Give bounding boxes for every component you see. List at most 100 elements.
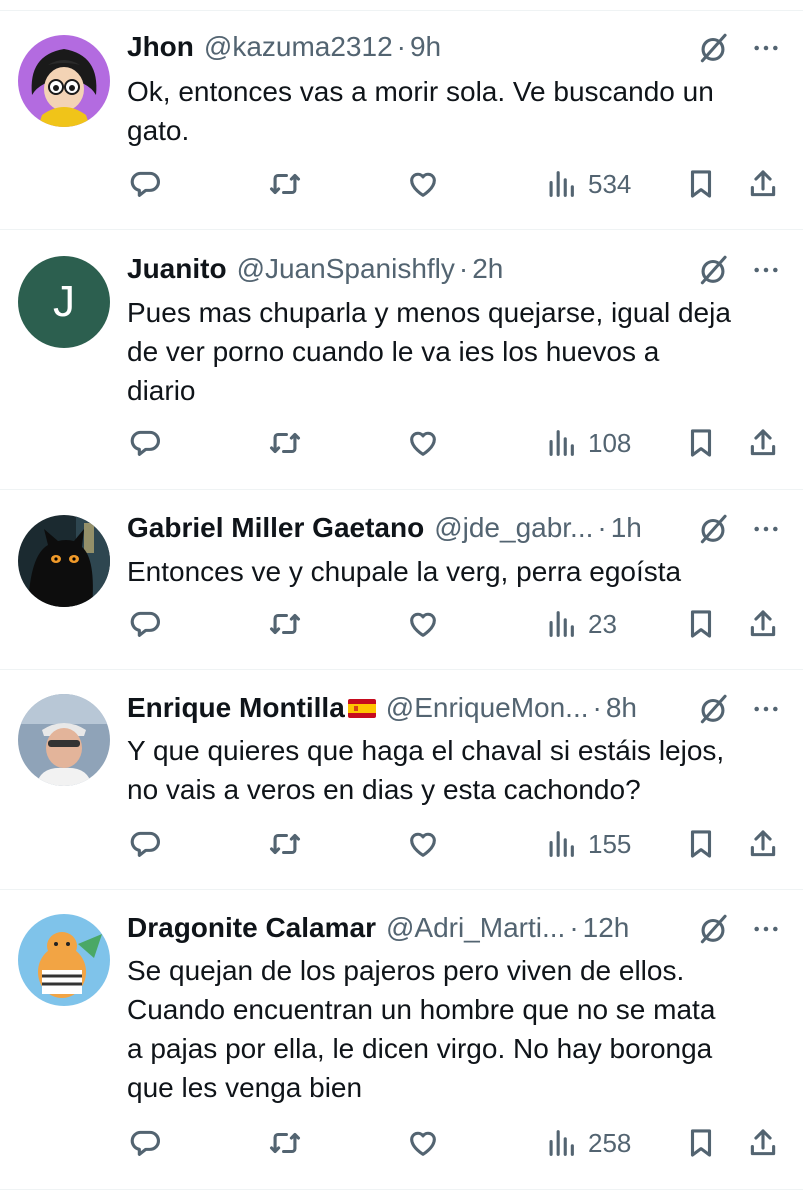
action-bar: 534	[0, 164, 803, 204]
bookmark-icon	[684, 607, 718, 641]
post-header: Dragonite Calamar @Adri_Marti... · 12h	[127, 910, 683, 946]
action-bar: 108	[0, 423, 803, 463]
views-button[interactable]: 258	[544, 1123, 631, 1163]
share-icon	[746, 827, 780, 861]
share-button[interactable]	[746, 164, 780, 204]
reply-button[interactable]	[128, 604, 162, 644]
spain-flag-icon	[347, 698, 376, 718]
bookmark-button[interactable]	[684, 604, 718, 644]
views-icon	[544, 426, 578, 460]
bookmark-icon	[684, 1126, 718, 1160]
post-header: Enrique Montilla @EnriqueMon... · 8h	[127, 690, 683, 726]
post-text: Pues mas chuparla y menos quejarse, igua…	[127, 297, 731, 406]
more-options-icon[interactable]	[750, 31, 782, 65]
bookmark-button[interactable]	[684, 824, 718, 864]
repost-icon	[268, 426, 302, 460]
reply-post[interactable]: J Juanito @JuanSpanishfly · 2h Pues mas …	[0, 231, 803, 490]
reply-icon	[128, 167, 162, 201]
repost-icon	[268, 167, 302, 201]
grok-icon[interactable]	[696, 692, 730, 726]
post-header: Gabriel Miller Gaetano @jde_gabr... · 1h	[127, 510, 683, 546]
share-icon	[746, 607, 780, 641]
views-icon	[544, 607, 578, 641]
reply-post[interactable]: Dragonite Calamar @Adri_Marti... · 12h S…	[0, 891, 803, 1190]
views-icon	[544, 1126, 578, 1160]
grok-icon[interactable]	[696, 253, 730, 287]
bookmark-icon	[684, 827, 718, 861]
avatar[interactable]	[18, 515, 110, 607]
share-icon	[746, 167, 780, 201]
bookmark-button[interactable]	[684, 423, 718, 463]
grok-icon[interactable]	[696, 512, 730, 546]
more-options-icon[interactable]	[750, 692, 782, 726]
avatar[interactable]	[18, 35, 110, 127]
share-button[interactable]	[746, 824, 780, 864]
repost-button[interactable]	[268, 423, 302, 463]
bookmark-icon	[684, 167, 718, 201]
like-button[interactable]	[406, 1123, 440, 1163]
grok-icon[interactable]	[696, 31, 730, 65]
user-handle[interactable]: @kazuma2312	[204, 31, 393, 63]
display-name[interactable]: Jhon	[127, 31, 194, 63]
views-button[interactable]: 534	[544, 164, 631, 204]
reply-button[interactable]	[128, 1123, 162, 1163]
repost-button[interactable]	[268, 164, 302, 204]
share-icon	[746, 1126, 780, 1160]
reply-button[interactable]	[128, 164, 162, 204]
reply-button[interactable]	[128, 423, 162, 463]
bookmark-button[interactable]	[684, 1123, 718, 1163]
timestamp[interactable]: 8h	[606, 692, 637, 724]
like-button[interactable]	[406, 423, 440, 463]
display-name[interactable]: Enrique Montilla	[127, 692, 345, 724]
separator: ·	[592, 692, 602, 723]
reply-post[interactable]: Gabriel Miller Gaetano @jde_gabr... · 1h…	[0, 491, 803, 670]
bookmark-button[interactable]	[684, 164, 718, 204]
grok-icon[interactable]	[696, 912, 730, 946]
share-button[interactable]	[746, 604, 780, 644]
reply-button[interactable]	[128, 824, 162, 864]
like-button[interactable]	[406, 824, 440, 864]
display-name[interactable]: Gabriel Miller Gaetano	[127, 512, 424, 544]
more-options-icon[interactable]	[750, 253, 782, 287]
bookmark-icon	[684, 426, 718, 460]
post-text: Se quejan de los pajeros pero viven de e…	[127, 955, 716, 1103]
reply-icon	[128, 1126, 162, 1160]
timestamp[interactable]: 2h	[472, 253, 503, 285]
more-options-icon[interactable]	[750, 512, 782, 546]
display-name[interactable]: Dragonite Calamar	[127, 912, 376, 944]
user-handle[interactable]: @jde_gabr...	[434, 512, 593, 544]
avatar[interactable]	[18, 694, 110, 786]
action-bar: 258	[0, 1123, 803, 1163]
like-button[interactable]	[406, 604, 440, 644]
reply-post[interactable]: Jhon @kazuma2312 · 9h Ok, entonces vas a…	[0, 11, 803, 230]
repost-icon	[268, 827, 302, 861]
user-handle[interactable]: @JuanSpanishfly	[237, 253, 455, 285]
display-name[interactable]: Juanito	[127, 253, 227, 285]
views-count: 23	[588, 608, 617, 639]
reply-icon	[128, 426, 162, 460]
reply-post[interactable]: Enrique Montilla @EnriqueMon... · 8h Y q…	[0, 671, 803, 890]
user-handle[interactable]: @EnriqueMon...	[386, 692, 589, 724]
post-text: Y que quieres que haga el chaval si está…	[127, 735, 725, 805]
more-options-icon[interactable]	[750, 912, 782, 946]
separator: ·	[458, 253, 469, 284]
user-handle[interactable]: @Adri_Marti...	[386, 912, 565, 944]
views-button[interactable]: 155	[544, 824, 631, 864]
avatar[interactable]: J	[18, 256, 110, 348]
action-bar: 155	[0, 824, 803, 864]
repost-button[interactable]	[268, 1123, 302, 1163]
views-button[interactable]: 108	[544, 423, 631, 463]
heart-icon	[406, 167, 440, 201]
reply-icon	[128, 607, 162, 641]
timestamp[interactable]: 12h	[583, 912, 630, 944]
timestamp[interactable]: 9h	[410, 31, 441, 63]
share-button[interactable]	[746, 1123, 780, 1163]
timestamp[interactable]: 1h	[611, 512, 642, 544]
views-button[interactable]: 23	[544, 604, 617, 644]
repost-button[interactable]	[268, 604, 302, 644]
share-button[interactable]	[746, 423, 780, 463]
avatar[interactable]	[18, 914, 110, 1006]
repost-button[interactable]	[268, 824, 302, 864]
like-button[interactable]	[406, 164, 440, 204]
post-header: Jhon @kazuma2312 · 9h	[127, 29, 683, 65]
